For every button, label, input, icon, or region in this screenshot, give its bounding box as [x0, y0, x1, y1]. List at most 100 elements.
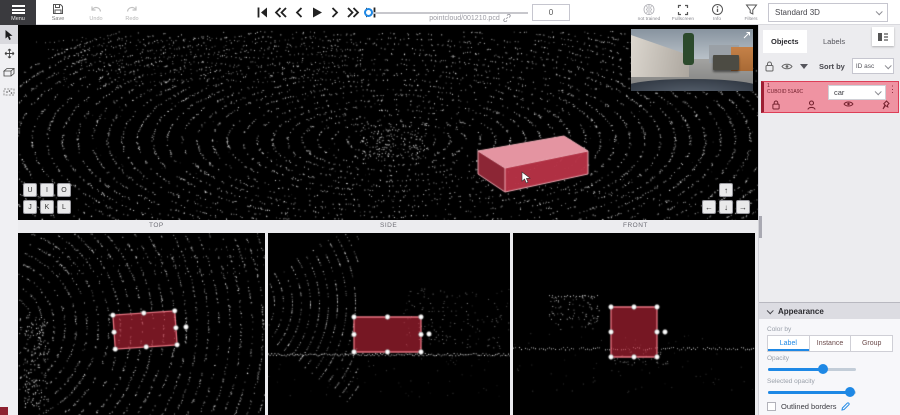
- object-menu-button[interactable]: ⋮: [888, 85, 897, 94]
- opacity-label: Opacity: [767, 355, 893, 362]
- timeline-thumb[interactable]: [364, 8, 373, 17]
- tool-sidebar: [0, 25, 18, 415]
- fast-rewind-button[interactable]: [273, 4, 288, 22]
- color-by-label-option[interactable]: Label: [767, 335, 810, 352]
- skip-first-frame-button[interactable]: [255, 4, 270, 22]
- hamburger-icon: [12, 4, 25, 16]
- top-toolbar: Menu Save Undo Redo pointcloud/001210: [0, 0, 900, 25]
- annotation-app: Menu Save Undo Redo pointcloud/001210: [0, 0, 900, 415]
- object-assignee-button[interactable]: [807, 100, 816, 110]
- side-view-canvas[interactable]: [268, 233, 510, 415]
- redo-button[interactable]: Redo: [116, 0, 148, 25]
- opacity-slider[interactable]: [768, 364, 856, 375]
- outlined-borders-row: Outlined borders: [767, 402, 893, 411]
- previous-frame-button[interactable]: [291, 4, 306, 22]
- fast-forward-button[interactable]: [345, 4, 360, 22]
- add-cuboid-tool-button[interactable]: [0, 63, 18, 82]
- panel-scrollbar-thumb[interactable]: [759, 216, 762, 238]
- info-label: Info: [713, 17, 721, 22]
- arrow-right-button[interactable]: →: [736, 200, 750, 214]
- expand-all-button[interactable]: [800, 64, 808, 69]
- object-lock-button[interactable]: [772, 100, 780, 110]
- fullscreen-icon: [677, 4, 689, 16]
- filename-link[interactable]: pointcloud/001210.pcd: [386, 14, 554, 22]
- fit-cuboid-tool-button[interactable]: [0, 82, 18, 101]
- camera-image-thumbnail[interactable]: [631, 29, 753, 91]
- ortho-view-labels: TOP SIDE FRONT: [18, 220, 758, 233]
- key-j[interactable]: J: [23, 200, 37, 214]
- arrow-left-button[interactable]: ←: [702, 200, 716, 214]
- opacity-slider-thumb[interactable]: [818, 364, 828, 374]
- model-status-button[interactable]: not trained: [632, 0, 666, 25]
- bottom-left-widget[interactable]: [0, 407, 8, 415]
- view-mode-select[interactable]: Standard 3D: [768, 3, 888, 22]
- next-frame-button[interactable]: [327, 4, 342, 22]
- right-panel: Objects Labels Sort by ID asc 1 CUBOID 5…: [758, 25, 900, 415]
- info-icon: [711, 3, 724, 16]
- sort-select[interactable]: ID asc: [852, 58, 894, 74]
- pan-tool-button[interactable]: [0, 44, 18, 63]
- collapse-panel-button[interactable]: [872, 27, 894, 46]
- selected-opacity-slider[interactable]: [768, 387, 856, 398]
- cuboid-icon: [3, 67, 15, 78]
- expand-icon[interactable]: [743, 31, 751, 39]
- object-list-item-selected[interactable]: 1 CUBOID 51A9C car ⋮: [761, 81, 899, 113]
- top-view-label: TOP: [149, 222, 164, 229]
- key-k[interactable]: K: [40, 200, 54, 214]
- fit-box-icon: [3, 87, 15, 97]
- fullscreen-button[interactable]: Fullscreen: [666, 0, 700, 25]
- filters-button[interactable]: Filters: [734, 0, 768, 25]
- appearance-header[interactable]: Appearance: [759, 303, 900, 319]
- key-o[interactable]: O: [57, 183, 71, 197]
- tab-labels[interactable]: Labels: [815, 30, 853, 53]
- panel-toggle-icon: [877, 32, 889, 42]
- playback-controls: [255, 0, 378, 25]
- object-visibility-button[interactable]: [843, 100, 854, 110]
- main-3d-view: U I O J K L ↑ ← ↓ →: [18, 25, 758, 220]
- object-id: CUBOID 51A9C: [767, 89, 803, 95]
- top-view-canvas[interactable]: [18, 233, 265, 415]
- outlined-borders-checkbox[interactable]: [767, 402, 776, 411]
- object-category-select[interactable]: car: [828, 85, 886, 100]
- front-view-canvas[interactable]: [513, 233, 755, 415]
- rotate-key-hints: U I O J K L: [23, 183, 71, 214]
- cursor-icon: [4, 29, 14, 41]
- redo-icon: [126, 3, 138, 15]
- object-pin-button[interactable]: [881, 100, 890, 110]
- key-u[interactable]: U: [23, 183, 37, 197]
- color-by-instance-option[interactable]: Instance: [810, 335, 852, 352]
- save-label: Save: [52, 16, 65, 22]
- tab-objects[interactable]: Objects: [763, 30, 807, 53]
- link-icon: [503, 14, 511, 22]
- lock-all-button[interactable]: [765, 61, 774, 72]
- appearance-section: Appearance Color by Label Instance Group…: [759, 302, 900, 415]
- color-by-segmented-control: Label Instance Group: [767, 335, 893, 352]
- view-mode-value: Standard 3D: [775, 8, 820, 17]
- object-list-controls: Sort by ID asc: [759, 53, 900, 79]
- play-button[interactable]: [309, 4, 324, 22]
- camera-truck: [713, 55, 739, 70]
- frame-number-input[interactable]: [532, 4, 570, 21]
- undo-button[interactable]: Undo: [80, 0, 112, 25]
- arrow-up-button[interactable]: ↑: [719, 183, 733, 197]
- visibility-all-button[interactable]: [781, 62, 793, 71]
- appearance-body: Color by Label Instance Group Opacity Se…: [759, 319, 900, 415]
- edit-pencil-icon[interactable]: [841, 402, 850, 411]
- camera-ego-hood: [631, 79, 753, 91]
- arrow-down-button[interactable]: ↓: [719, 200, 733, 214]
- sort-value: ID asc: [856, 63, 874, 70]
- filename-text: pointcloud/001210.pcd: [429, 15, 499, 22]
- side-view-label: SIDE: [380, 222, 397, 229]
- key-l[interactable]: L: [57, 200, 71, 214]
- model-status-label: not trained: [638, 17, 661, 22]
- color-by-group-option[interactable]: Group: [851, 335, 893, 352]
- save-button[interactable]: Save: [42, 0, 74, 25]
- info-button[interactable]: Info: [700, 0, 734, 25]
- chevron-down-icon: [767, 307, 774, 314]
- undo-label: Undo: [89, 16, 102, 22]
- select-tool-button[interactable]: [0, 25, 18, 44]
- save-icon: [52, 3, 64, 15]
- menu-button[interactable]: Menu: [0, 0, 36, 25]
- selected-opacity-slider-thumb[interactable]: [845, 387, 855, 397]
- key-i[interactable]: I: [40, 183, 54, 197]
